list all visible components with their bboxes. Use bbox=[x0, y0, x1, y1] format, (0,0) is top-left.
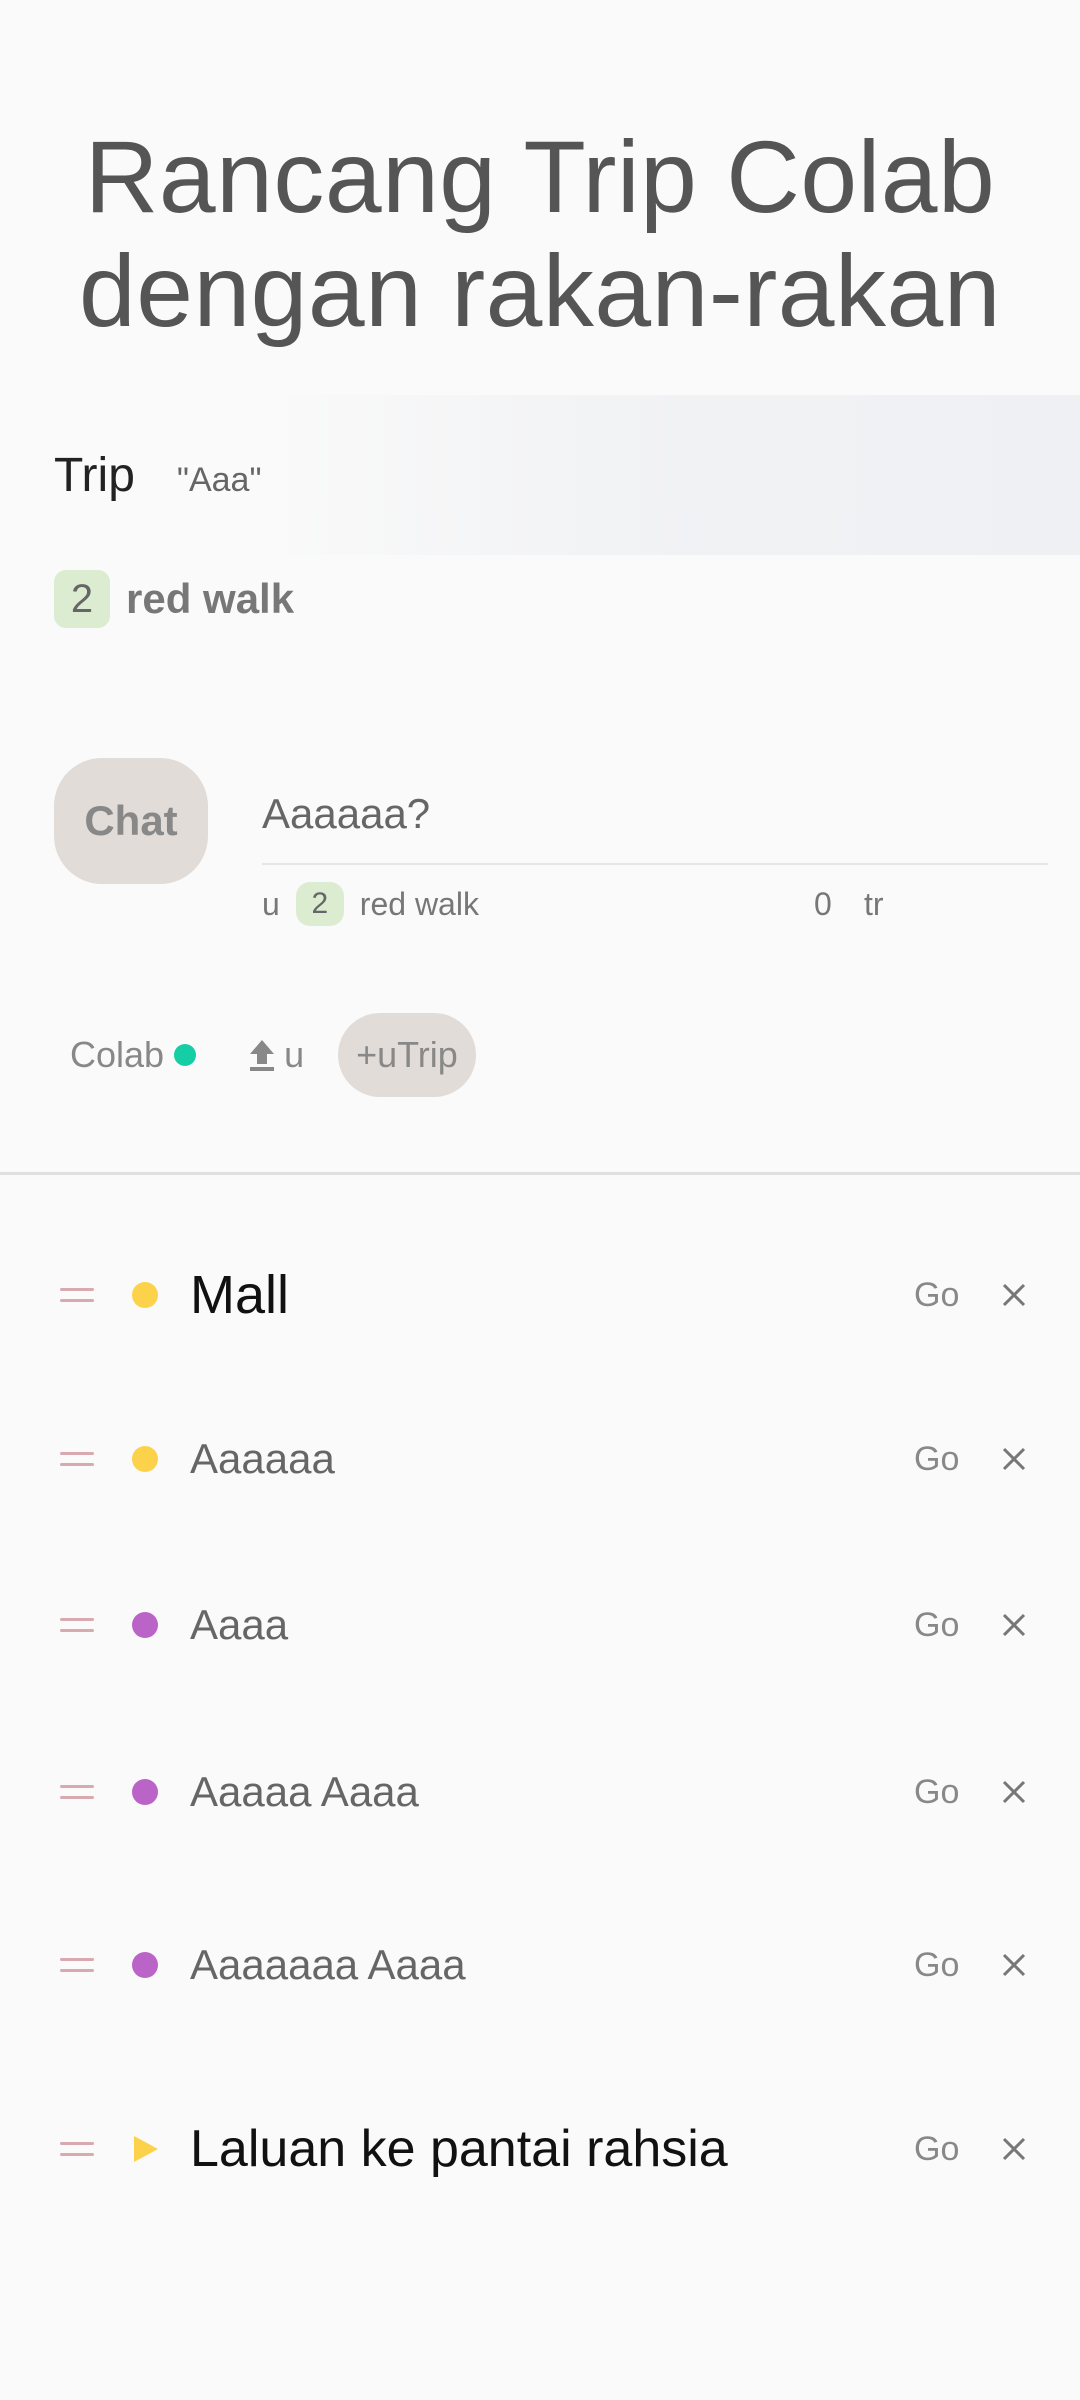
list-item[interactable]: Aaaaa Aaaa Go bbox=[0, 1732, 1080, 1852]
place-marker-icon bbox=[132, 1952, 158, 1978]
drag-handle-icon[interactable] bbox=[60, 1958, 94, 1972]
add-trip-button[interactable]: +uTrip bbox=[338, 1013, 476, 1097]
place-marker-icon bbox=[132, 1779, 158, 1805]
summary-text: red walk bbox=[126, 575, 295, 622]
count-badge: 2 bbox=[54, 570, 110, 628]
page-title-line-1: Rancang Trip Colab bbox=[84, 120, 996, 234]
upload-icon bbox=[250, 1040, 275, 1071]
upload-label: u bbox=[284, 1034, 305, 1075]
item-label: Mall bbox=[190, 1265, 290, 1325]
header-background bbox=[260, 395, 1080, 555]
list-item[interactable]: Aaaaaaa Aaaa Go bbox=[0, 1905, 1080, 2025]
trip-summary: 2 red walk bbox=[54, 570, 294, 628]
place-marker-icon bbox=[132, 1612, 158, 1638]
close-icon[interactable] bbox=[1000, 1778, 1028, 1806]
page-title-line-2: dengan rakan-rakan bbox=[79, 234, 1001, 348]
online-status-dot bbox=[174, 1044, 197, 1066]
go-button[interactable]: Go bbox=[914, 1946, 959, 1985]
page-title: Rancang Trip Colab dengan rakan-rakan bbox=[0, 120, 1080, 348]
item-label: Aaaaaaa Aaaa bbox=[190, 1941, 466, 1988]
list-item[interactable]: Aaaa Go bbox=[0, 1565, 1080, 1685]
go-button[interactable]: Go bbox=[914, 2130, 959, 2169]
close-icon[interactable] bbox=[1000, 2135, 1028, 2163]
close-icon[interactable] bbox=[1000, 1281, 1028, 1309]
item-label: Aaaa bbox=[190, 1601, 289, 1648]
colab-label[interactable]: Colab bbox=[70, 1034, 164, 1076]
chat-input[interactable]: Aaaaaa? bbox=[262, 765, 1048, 865]
drag-handle-icon[interactable] bbox=[60, 2142, 94, 2156]
drag-handle-icon[interactable] bbox=[60, 1618, 94, 1632]
go-button[interactable]: Go bbox=[914, 1606, 959, 1645]
trip-header: Trip "Aaa" bbox=[54, 448, 262, 503]
drag-handle-icon[interactable] bbox=[60, 1288, 94, 1302]
section-divider bbox=[0, 1172, 1080, 1175]
upload-button[interactable]: u bbox=[248, 1034, 304, 1076]
trip-name[interactable]: "Aaa" bbox=[177, 461, 262, 500]
trip-label: Trip bbox=[54, 449, 135, 502]
route-play-icon bbox=[134, 2136, 158, 2162]
chat-meta: u 2 red walk 0 tr bbox=[262, 880, 1048, 928]
close-icon[interactable] bbox=[1000, 1445, 1028, 1473]
meta-suffix: tr bbox=[864, 885, 884, 922]
drag-handle-icon[interactable] bbox=[60, 1785, 94, 1799]
meta-text: red walk bbox=[359, 885, 479, 922]
item-label: Aaaaaa bbox=[190, 1435, 335, 1482]
close-icon[interactable] bbox=[1000, 1611, 1028, 1639]
go-button[interactable]: Go bbox=[914, 1276, 959, 1315]
meta-zero: 0 bbox=[814, 885, 832, 922]
go-button[interactable]: Go bbox=[914, 1773, 959, 1812]
place-marker-icon bbox=[132, 1282, 158, 1308]
drag-handle-icon[interactable] bbox=[60, 1452, 94, 1466]
go-button[interactable]: Go bbox=[914, 1440, 959, 1479]
list-item[interactable]: Laluan ke pantai rahsia Go bbox=[0, 2089, 1080, 2209]
close-icon[interactable] bbox=[1000, 1951, 1028, 1979]
action-bar: Colab u +uTrip bbox=[70, 1012, 476, 1098]
item-label: Laluan ke pantai rahsia bbox=[190, 2120, 728, 2178]
item-label: Aaaaa Aaaa bbox=[190, 1768, 419, 1815]
place-marker-icon bbox=[132, 1446, 158, 1472]
chat-button[interactable]: Chat bbox=[54, 758, 208, 884]
meta-prefix: u bbox=[262, 885, 280, 922]
meta-count-badge: 2 bbox=[295, 882, 344, 926]
list-item[interactable]: Aaaaaa Go bbox=[0, 1399, 1080, 1519]
list-item[interactable]: Mall Go bbox=[0, 1235, 1080, 1355]
